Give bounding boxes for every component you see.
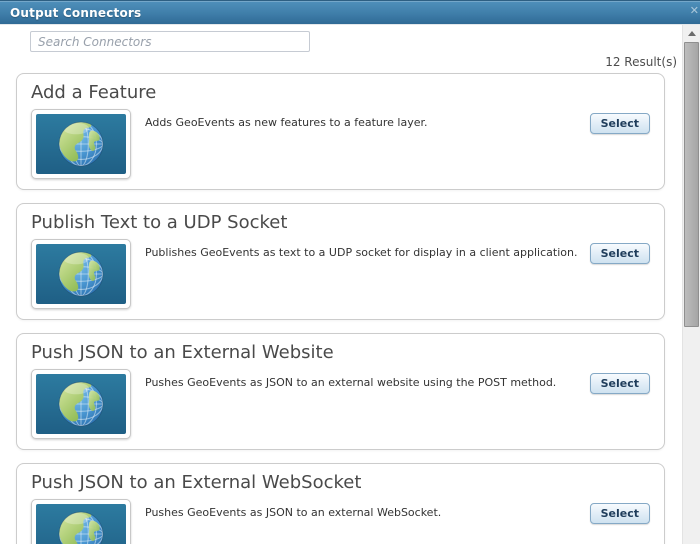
connector-card-body: Pushes GeoEvents as JSON to an external … [31, 499, 650, 544]
output-connectors-dialog: Output Connectors ✕ 12 Result(s) Add a F… [0, 0, 700, 544]
connector-thumbnail [31, 239, 131, 309]
connector-card: Publish Text to a UDP Socket Publishes G… [16, 203, 665, 320]
globe-thumbnail-background [36, 244, 126, 304]
select-button[interactable]: Select [589, 243, 650, 264]
connector-title: Push JSON to an External WebSocket [31, 472, 362, 493]
globe-thumbnail-background [36, 374, 126, 434]
close-icon[interactable]: ✕ [690, 5, 699, 16]
connector-thumbnail [31, 499, 131, 544]
connector-card: Add a Feature Adds GeoEvents as new feat… [16, 73, 665, 190]
connector-description: Publishes GeoEvents as text to a UDP soc… [145, 246, 578, 259]
scrollbar-thumb[interactable] [684, 42, 699, 327]
results-count: 12 Result(s) [605, 55, 677, 69]
scroll-up-arrow-icon [687, 30, 696, 36]
globe-icon [58, 121, 104, 167]
connector-description: Pushes GeoEvents as JSON to an external … [145, 506, 442, 519]
select-button[interactable]: Select [589, 503, 650, 524]
globe-icon [58, 381, 104, 427]
dialog-titlebar[interactable]: Output Connectors ✕ [0, 0, 700, 25]
select-button[interactable]: Select [589, 373, 650, 394]
connector-title: Push JSON to an External Website [31, 342, 334, 363]
scroll-up-button[interactable] [683, 25, 700, 41]
select-button[interactable]: Select [589, 113, 650, 134]
connector-title: Publish Text to a UDP Socket [31, 212, 288, 233]
connector-description: Adds GeoEvents as new features to a feat… [145, 116, 428, 129]
globe-icon [58, 511, 104, 544]
globe-thumbnail-background [36, 114, 126, 174]
connector-list: Add a Feature Adds GeoEvents as new feat… [16, 73, 665, 544]
connector-card: Push JSON to an External WebSocket Pushe… [16, 463, 665, 544]
search-input[interactable] [30, 31, 310, 52]
connector-thumbnail [31, 109, 131, 179]
connector-card-body: Publishes GeoEvents as text to a UDP soc… [31, 239, 650, 309]
dialog-content: 12 Result(s) Add a Feature [0, 25, 682, 544]
connector-title: Add a Feature [31, 82, 157, 103]
connector-card-body: Adds GeoEvents as new features to a feat… [31, 109, 650, 179]
vertical-scrollbar[interactable] [682, 25, 700, 544]
globe-icon [58, 251, 104, 297]
connector-card-body: Pushes GeoEvents as JSON to an external … [31, 369, 650, 439]
connector-thumbnail [31, 369, 131, 439]
connector-description: Pushes GeoEvents as JSON to an external … [145, 376, 557, 389]
globe-thumbnail-background [36, 504, 126, 544]
connector-card: Push JSON to an External Website Pushes … [16, 333, 665, 450]
dialog-title: Output Connectors [10, 5, 142, 20]
